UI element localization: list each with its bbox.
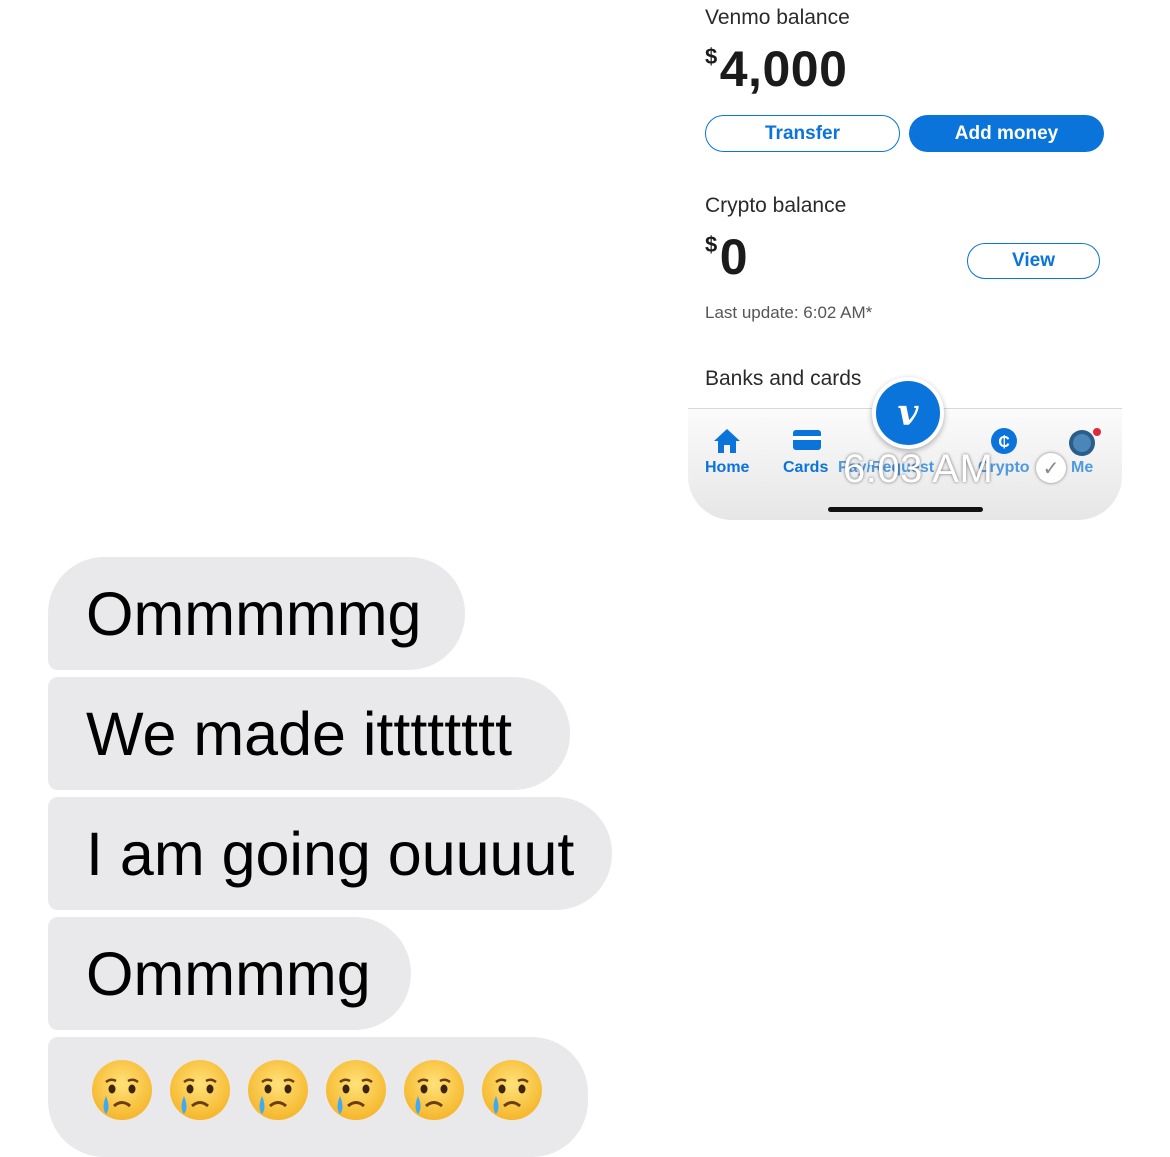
crying-face-icon bbox=[480, 1058, 544, 1122]
crying-face-icon bbox=[168, 1058, 232, 1122]
message-text: I am going ouuuut bbox=[86, 819, 575, 888]
svg-text:₵: ₵ bbox=[998, 434, 1010, 451]
add-money-button[interactable]: Add money bbox=[909, 115, 1104, 152]
sent-timestamp: 6:03 AM bbox=[843, 447, 994, 491]
crypto-amount-value: 0 bbox=[719, 229, 749, 285]
tab-cards[interactable]: Cards bbox=[783, 459, 828, 477]
crypto-balance-label: Crypto balance bbox=[705, 194, 847, 217]
crypto-icon[interactable]: ₵ bbox=[990, 427, 1018, 455]
home-indicator bbox=[828, 507, 983, 512]
card-icon[interactable] bbox=[792, 427, 822, 453]
message-bubble[interactable]: Ommmmg bbox=[48, 917, 411, 1030]
currency-symbol: $ bbox=[705, 232, 718, 257]
crying-face-icon bbox=[90, 1058, 154, 1122]
venmo-logo-button[interactable]: v bbox=[872, 377, 944, 449]
venmo-balance-label: Venmo balance bbox=[705, 6, 850, 29]
avatar-icon[interactable] bbox=[1068, 427, 1102, 457]
message-text: Ommmmg bbox=[86, 939, 371, 1008]
emoji-message-bubble[interactable] bbox=[48, 1037, 588, 1157]
view-crypto-button[interactable]: View bbox=[967, 243, 1100, 279]
venmo-balance-amount: $4,000 bbox=[705, 40, 847, 98]
crying-face-icon bbox=[324, 1058, 388, 1122]
last-update-text: Last update: 6:02 AM* bbox=[705, 303, 873, 322]
bottom-tab-bar: v Home Cards Pay/Request ₵ Crypto Me 6:0… bbox=[688, 377, 1122, 520]
message-text: We made itttttttt bbox=[86, 699, 513, 768]
attached-screenshot[interactable]: Venmo balance $4,000 Transfer Add money … bbox=[688, 0, 1122, 520]
crying-face-icon bbox=[246, 1058, 310, 1122]
message-bubble[interactable]: I am going ouuuut bbox=[48, 797, 612, 910]
message-bubble[interactable]: Ommmmmg bbox=[48, 557, 465, 670]
transfer-button[interactable]: Transfer bbox=[705, 115, 900, 152]
home-icon[interactable] bbox=[712, 427, 742, 455]
venmo-amount-value: 4,000 bbox=[719, 41, 848, 97]
currency-symbol: $ bbox=[705, 44, 718, 69]
crypto-balance-amount: $0 bbox=[705, 228, 748, 286]
crying-face-icon bbox=[402, 1058, 466, 1122]
checkmark-icon: ✓ bbox=[1036, 453, 1066, 483]
banks-and-cards-label: Banks and cards bbox=[705, 367, 862, 390]
emoji-row bbox=[90, 1058, 558, 1136]
tab-me[interactable]: Me bbox=[1071, 459, 1093, 477]
tab-home[interactable]: Home bbox=[705, 459, 749, 477]
message-bubble[interactable]: We made itttttttt bbox=[48, 677, 570, 790]
message-text: Ommmmmg bbox=[86, 579, 422, 648]
